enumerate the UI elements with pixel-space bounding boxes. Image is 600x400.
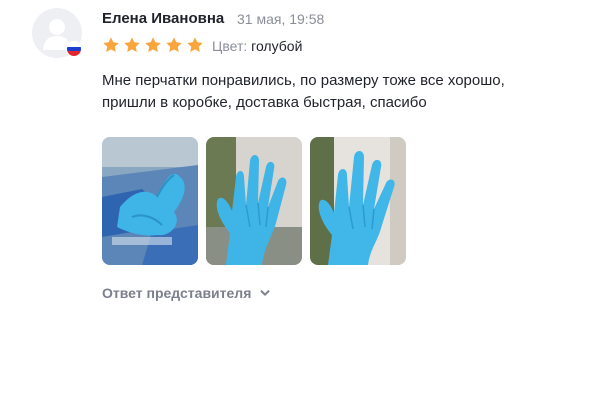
representative-reply-toggle[interactable]: Ответ представителя <box>102 285 271 301</box>
review-author-name: Елена Ивановна <box>102 10 225 27</box>
chevron-down-icon <box>260 290 270 296</box>
star-icon <box>187 37 203 53</box>
review-text: Мне перчатки понравились, по размеру тож… <box>102 70 572 114</box>
rating-stars <box>102 36 204 54</box>
product-attribute: Цвет: голубой <box>212 38 302 54</box>
review-date: 31 мая, 19:58 <box>237 11 325 27</box>
review-text-line: Мне перчатки понравились, по размеру тож… <box>102 72 505 89</box>
review-text-line: пришли в коробке, доставка быстрая, спас… <box>102 94 427 111</box>
russia-flag-icon <box>66 41 82 57</box>
attribute-label: Цвет: <box>212 38 248 54</box>
review-photo-glove-hand[interactable] <box>310 137 406 265</box>
review-photo-gloves-in-box[interactable] <box>102 137 198 265</box>
star-icon <box>124 37 140 53</box>
star-icon <box>145 37 161 53</box>
reply-toggle-label: Ответ представителя <box>102 285 252 301</box>
review-card: Елена Ивановна 31 мая, 19:58 Цвет: голуб… <box>0 0 600 400</box>
review-photos <box>102 137 406 265</box>
attribute-value: голубой <box>251 38 303 54</box>
star-icon <box>103 37 119 53</box>
star-icon <box>166 37 182 53</box>
review-photo-glove-hand[interactable] <box>206 137 302 265</box>
